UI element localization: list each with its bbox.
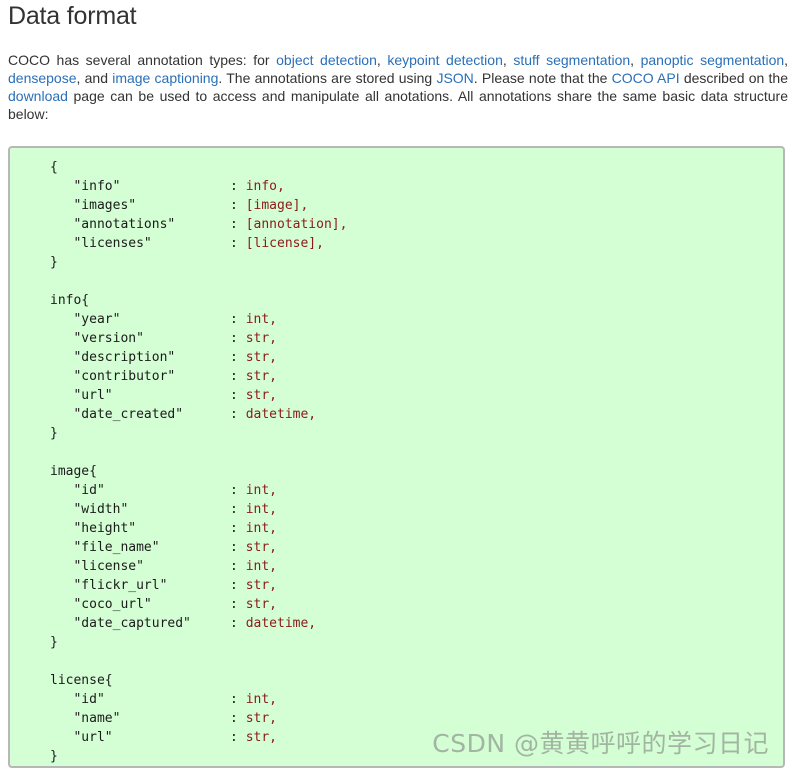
- intro-text: ,: [376, 52, 388, 68]
- intro-text: . Please note that the: [473, 70, 612, 86]
- code-field-key: "date_captured": [73, 616, 191, 631]
- code-field-key: "license": [73, 559, 144, 574]
- coco-api-link[interactable]: COCO API: [612, 70, 680, 86]
- intro-text: COCO has several annotation types: for: [8, 52, 277, 68]
- code-field-value: str,: [245, 540, 277, 555]
- code-block-open: license{: [50, 673, 113, 688]
- intro-text: ,: [502, 52, 514, 68]
- code-field-value: int,: [245, 692, 277, 707]
- intro-text: page can be used to access and manipulat…: [8, 88, 788, 122]
- download-link[interactable]: download: [8, 88, 68, 104]
- code-field-key: "height": [73, 521, 137, 536]
- code-field-key: "id": [73, 692, 105, 707]
- intro-paragraph: COCO has several annotation types: for o…: [8, 51, 788, 123]
- code-block-open: info{: [50, 293, 90, 308]
- code-field-value: str,: [245, 711, 277, 726]
- code-field-value: str,: [245, 369, 277, 384]
- code-block: { "info" : info, "images" : [image], "an…: [8, 146, 785, 768]
- code-field-value: [image],: [245, 198, 309, 213]
- intro-text: ,: [630, 52, 641, 68]
- code-block-open: image{: [50, 464, 97, 479]
- code-field-key: "id": [73, 483, 105, 498]
- code-field-key: "url": [73, 388, 113, 403]
- code-field-key: "licenses": [73, 236, 152, 251]
- stuff-segmentation-link[interactable]: stuff segmentation: [513, 52, 630, 68]
- intro-text: described on the: [679, 70, 789, 86]
- code-field-key: "images": [73, 198, 137, 213]
- code-field-value: int,: [245, 502, 277, 517]
- code-field-key: "annotations": [73, 217, 176, 232]
- code-block-close: }: [50, 749, 58, 764]
- code-listing: { "info" : info, "images" : [image], "an…: [50, 160, 348, 764]
- code-field-key: "width": [73, 502, 129, 517]
- code-field-value: str,: [245, 350, 277, 365]
- code-field-value: str,: [245, 388, 277, 403]
- code-field-key: "description": [73, 350, 176, 365]
- code-field-key: "date_created": [73, 407, 184, 422]
- code-field-value: str,: [245, 578, 277, 593]
- code-field-key: "name": [73, 711, 121, 726]
- code-block-open: {: [50, 160, 58, 175]
- code-field-value: str,: [245, 331, 277, 346]
- intro-text: . The annotations are stored using: [218, 70, 437, 86]
- intro-text: , and: [76, 70, 113, 86]
- code-field-value: datetime,: [245, 616, 317, 631]
- code-field-value: int,: [245, 559, 277, 574]
- code-field-value: datetime,: [245, 407, 317, 422]
- densepose-link[interactable]: densepose: [8, 70, 77, 86]
- code-field-value: [annotation],: [245, 217, 348, 232]
- code-field-value: [license],: [245, 236, 324, 251]
- code-field-key: "file_name": [73, 540, 160, 555]
- object-detection-link[interactable]: object detection: [276, 52, 377, 68]
- image-captioning-link[interactable]: image captioning: [112, 70, 218, 86]
- code-block-close: }: [50, 426, 58, 441]
- code-block-close: }: [50, 635, 58, 650]
- code-field-key: "info": [73, 179, 121, 194]
- code-field-key: "url": [73, 730, 113, 745]
- code-field-value: info,: [245, 179, 285, 194]
- code-field-value: str,: [245, 730, 277, 745]
- code-field-value: int,: [245, 521, 277, 536]
- watermark: CSDN @黄黄呼呼的学习日记: [432, 729, 769, 758]
- page-title: Data format: [8, 2, 137, 30]
- code-field-value: str,: [245, 597, 277, 612]
- code-field-key: "flickr_url": [73, 578, 168, 593]
- code-field-key: "contributor": [73, 369, 176, 384]
- code-block-close: }: [50, 255, 58, 270]
- code-field-value: int,: [245, 483, 277, 498]
- code-field-value: int,: [245, 312, 277, 327]
- keypoint-detection-link[interactable]: keypoint detection: [387, 52, 503, 68]
- code-field-key: "year": [73, 312, 121, 327]
- code-field-key: "coco_url": [73, 597, 152, 612]
- json-link[interactable]: JSON: [436, 70, 473, 86]
- panoptic-segmentation-link[interactable]: panoptic segmentation: [641, 52, 785, 68]
- code-field-key: "version": [73, 331, 144, 346]
- intro-text: ,: [784, 52, 789, 68]
